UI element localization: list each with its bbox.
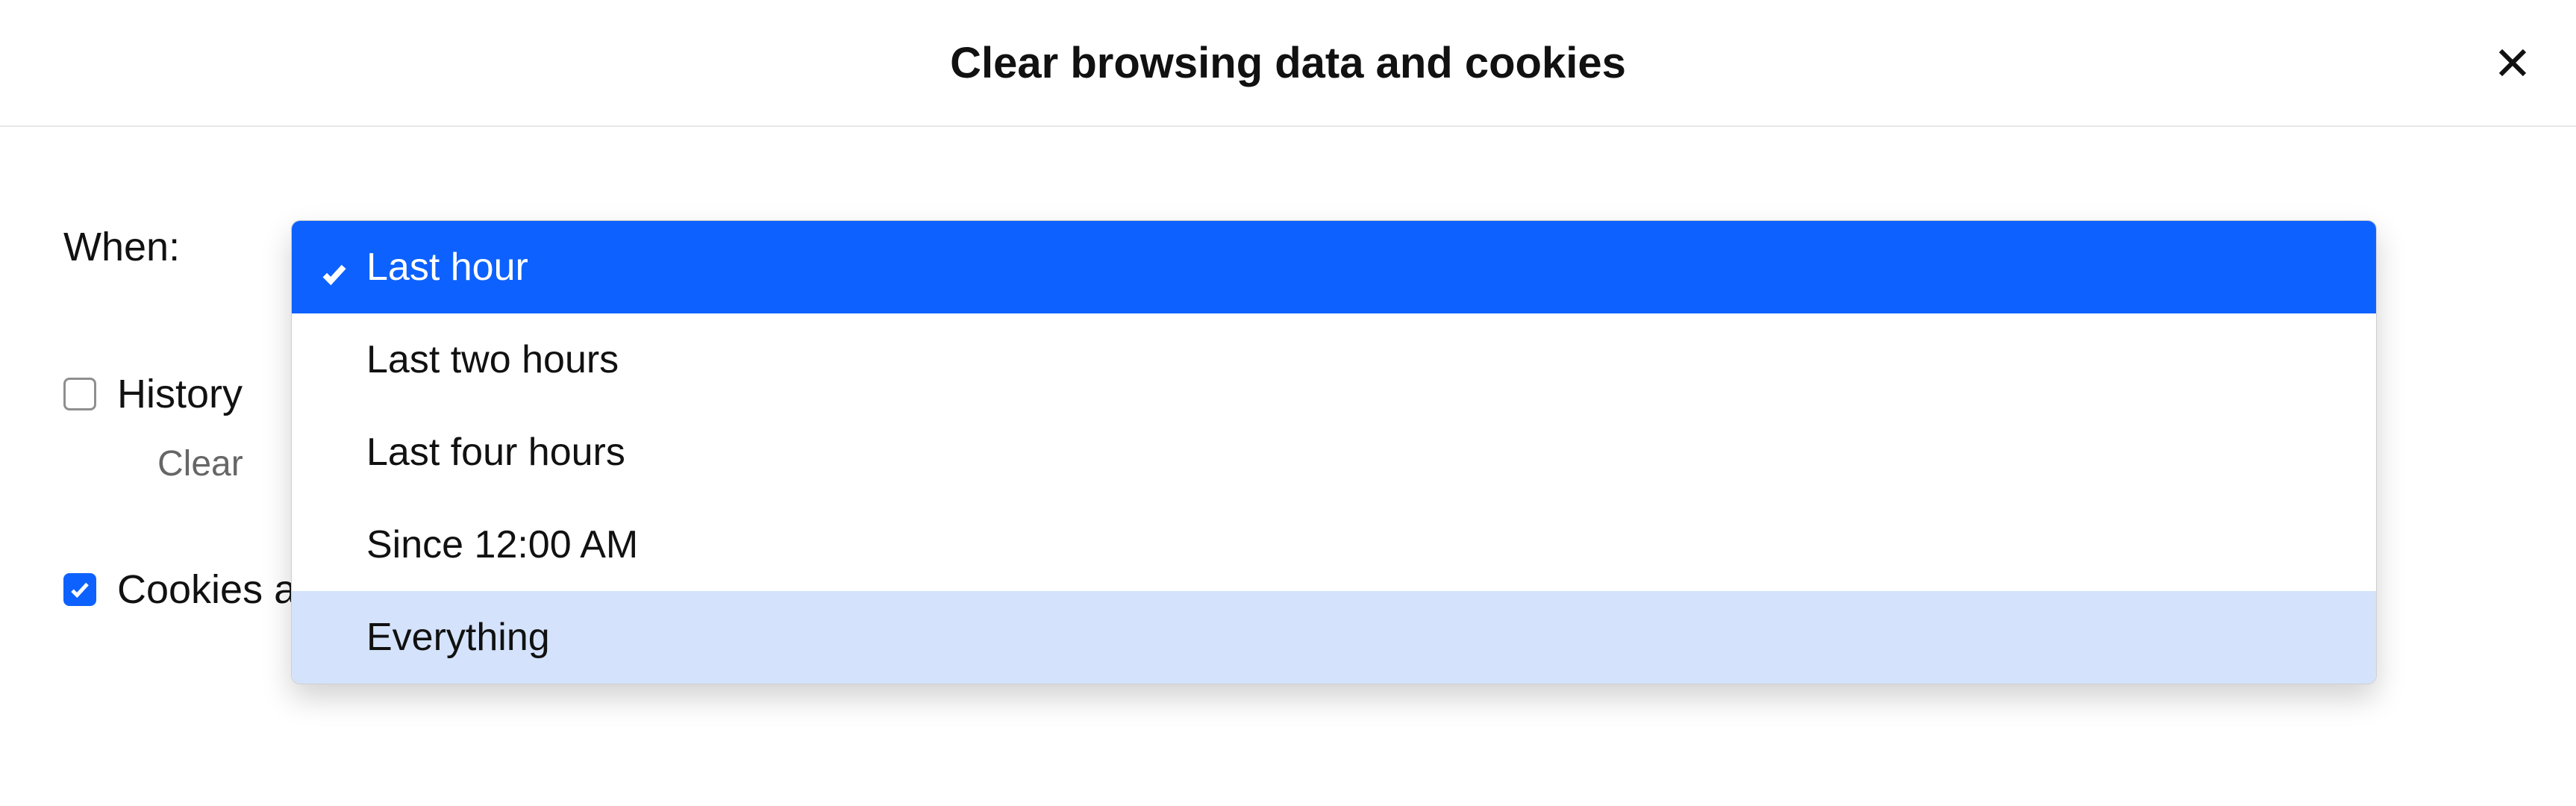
check-icon	[69, 578, 91, 601]
when-label: When:	[63, 224, 180, 270]
close-button[interactable]	[2490, 40, 2535, 85]
dropdown-option-label: Last four hours	[366, 430, 625, 475]
dropdown-option-last-two-hours[interactable]: Last two hours	[292, 313, 2376, 406]
checkmark-icon	[320, 253, 348, 281]
dropdown-option-last-hour[interactable]: Last hour	[292, 221, 2376, 313]
when-dropdown[interactable]: Last hour Last two hours Last four hours…	[291, 220, 2377, 684]
dialog-header: Clear browsing data and cookies	[0, 0, 2576, 127]
dropdown-option-label: Last two hours	[366, 337, 619, 382]
history-label: History	[117, 371, 243, 417]
dropdown-option-label: Everything	[366, 615, 550, 660]
close-icon	[2495, 45, 2530, 81]
dropdown-option-label: Last hour	[366, 245, 528, 290]
dropdown-option-last-four-hours[interactable]: Last four hours	[292, 406, 2376, 499]
dropdown-option-since-midnight[interactable]: Since 12:00 AM	[292, 499, 2376, 591]
dropdown-option-everything[interactable]: Everything	[292, 591, 2376, 684]
dialog-title: Clear browsing data and cookies	[950, 38, 1626, 88]
dropdown-option-label: Since 12:00 AM	[366, 522, 638, 567]
history-checkbox[interactable]	[63, 378, 96, 410]
cookies-checkbox[interactable]	[63, 573, 96, 606]
